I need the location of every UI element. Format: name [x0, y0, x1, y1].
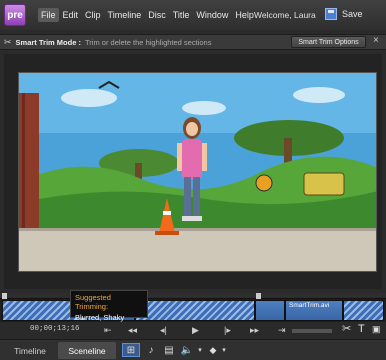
- suggested-trimming-tooltip: Suggested Trimming: Blurred, Shaky: [70, 290, 148, 322]
- monitor-panel: [4, 54, 382, 289]
- clip-segment[interactable]: SmartTrim.avi: [285, 300, 343, 321]
- menu-clip[interactable]: Clip: [82, 8, 104, 22]
- clip-name: SmartTrim.avi: [289, 302, 330, 309]
- menu-bar: pre File Edit Clip Timeline Disc Title W…: [0, 0, 386, 30]
- menu-edit[interactable]: Edit: [60, 8, 82, 22]
- frame-forward-icon[interactable]: |▸: [224, 324, 231, 336]
- timecode-display[interactable]: 00;00;13;16: [30, 325, 80, 333]
- smart-trim-icon: ✂: [4, 36, 12, 47]
- smart-trim-bar: ✂ Smart Trim Mode : Trim or delete the h…: [0, 34, 386, 50]
- video-frame: [18, 72, 377, 272]
- menu-file[interactable]: File: [38, 8, 59, 22]
- frame-back-icon[interactable]: ◂|: [160, 324, 167, 336]
- zoom-slider-icon[interactable]: ◆: [208, 343, 218, 357]
- timeline-ruler[interactable]: [0, 293, 386, 299]
- smart-trim-options-button[interactable]: Smart Trim Options: [291, 36, 366, 48]
- trim-suggestion-segment[interactable]: [135, 300, 255, 321]
- menu-title[interactable]: Title: [170, 8, 193, 22]
- clip-segment[interactable]: [255, 300, 285, 321]
- save-icon: [325, 8, 337, 20]
- text-tool-icon[interactable]: T: [358, 323, 365, 336]
- welcome-text: Welcome, Laura: [254, 10, 316, 20]
- menu-disc[interactable]: Disc: [145, 8, 169, 22]
- go-to-end-icon[interactable]: ⇥: [278, 324, 286, 336]
- tooltip-value: Blurred, Shaky: [75, 313, 125, 322]
- dropdown-arrow-icon[interactable]: ▾: [196, 343, 204, 357]
- audio-icon[interactable]: ♪: [144, 343, 158, 357]
- video-image: [19, 73, 376, 271]
- menu-window[interactable]: Window: [193, 8, 231, 22]
- tab-sceneline[interactable]: Sceneline: [58, 342, 116, 359]
- tab-timeline[interactable]: Timeline: [4, 342, 56, 359]
- play-icon[interactable]: ▶: [192, 324, 199, 336]
- bottom-bar: Timeline Sceneline ⊞ ♪ ▤ 🔈 ▾ ◆ ▾: [0, 339, 386, 360]
- save-button[interactable]: Save: [325, 8, 363, 20]
- trim-suggestion-segment[interactable]: [343, 300, 384, 321]
- step-back-icon[interactable]: ◂◂: [128, 324, 137, 336]
- smart-trim-description: Trim or delete the highlighted sections: [84, 37, 212, 47]
- save-label: Save: [342, 9, 363, 19]
- smart-trim-tool-icon[interactable]: ⊞: [122, 343, 140, 357]
- marker-icon[interactable]: ▤: [162, 343, 176, 357]
- jog-slider[interactable]: [292, 329, 332, 333]
- fullscreen-icon[interactable]: ▣: [372, 323, 381, 336]
- in-point-marker[interactable]: [2, 293, 7, 299]
- transport-bar: 00;00;13;16 ⇤ ◂◂ ◂| ▶ |▸ ▸▸ ⇥ ✂ T ▣: [0, 322, 386, 338]
- dropdown-arrow-icon[interactable]: ▾: [220, 343, 228, 357]
- menu-timeline[interactable]: Timeline: [105, 8, 145, 22]
- step-forward-icon[interactable]: ▸▸: [250, 324, 259, 336]
- tooltip-title: Suggested Trimming:: [75, 293, 111, 311]
- smart-trim-timeline[interactable]: SmartTrim.avi: [0, 293, 386, 323]
- go-to-start-icon[interactable]: ⇤: [104, 324, 112, 336]
- volume-icon[interactable]: 🔈: [180, 343, 194, 357]
- app-logo: pre: [4, 4, 26, 26]
- smart-trim-title: Smart Trim Mode :: [15, 37, 81, 47]
- split-clip-icon[interactable]: ✂: [342, 323, 351, 336]
- out-point-marker[interactable]: [256, 293, 261, 299]
- menu-list: File Edit Clip Timeline Disc Title Windo…: [38, 8, 258, 22]
- close-icon[interactable]: ×: [373, 35, 379, 46]
